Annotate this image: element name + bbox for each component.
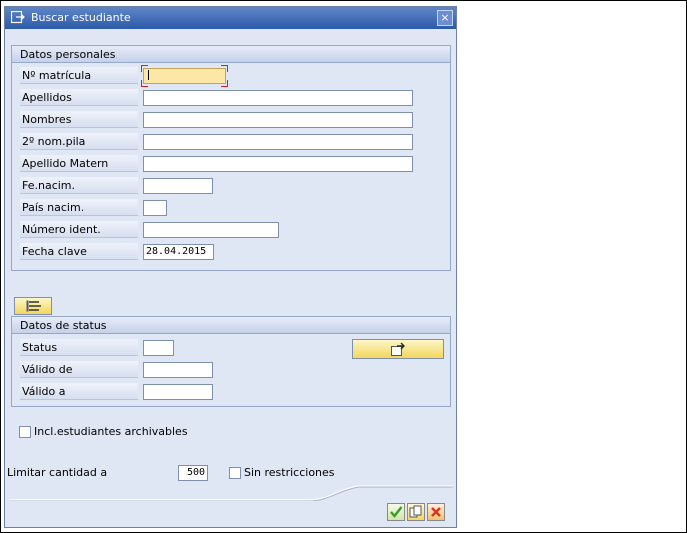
maternal-surname-label: Apellido Matern <box>20 155 138 172</box>
student-number-label: Nº matrícula <box>20 67 138 84</box>
key-date-label: Fecha clave <box>20 243 138 260</box>
birth-country-input[interactable] <box>143 200 167 216</box>
last-name-label: Apellidos <box>20 89 138 106</box>
personal-data-group: Datos personales Nº matrícula Apellidos … <box>11 45 451 271</box>
collapse-panel-icon <box>26 300 42 315</box>
birth-date-input[interactable] <box>143 178 213 194</box>
maternal-surname-input[interactable] <box>143 156 413 172</box>
archivable-checkbox[interactable] <box>19 426 31 438</box>
id-number-input[interactable] <box>143 222 279 238</box>
dialog-icon <box>10 10 25 24</box>
cancel-icon <box>429 505 443 522</box>
footer-divider <box>9 485 453 501</box>
focus-corner-br <box>221 80 228 87</box>
focus-corner-tl <box>141 65 148 72</box>
ok-button[interactable] <box>387 503 405 521</box>
first-name-input[interactable] <box>143 112 413 128</box>
id-number-label: Número ident. <box>20 221 138 238</box>
status-label: Status <box>20 339 138 356</box>
text-caret <box>148 70 149 80</box>
limit-input[interactable]: 500 <box>178 465 208 481</box>
middle-name-label: 2º nom.pila <box>20 133 138 150</box>
first-name-label: Nombres <box>20 111 138 128</box>
status-input[interactable] <box>143 340 174 356</box>
search-student-dialog: Buscar estudiante × Datos personales Nº … <box>4 6 457 528</box>
cancel-button[interactable] <box>427 503 445 521</box>
close-button[interactable]: × <box>437 10 453 26</box>
no-restrictions-checkbox[interactable] <box>229 467 241 479</box>
toggle-panel-button[interactable] <box>14 297 52 315</box>
status-data-title: Datos de status <box>20 319 107 332</box>
no-restrictions-label: Sin restricciones <box>244 466 335 479</box>
status-action-button[interactable] <box>352 339 444 359</box>
student-number-focus <box>141 65 228 87</box>
last-name-input[interactable] <box>143 90 413 106</box>
valid-to-input[interactable] <box>143 384 213 400</box>
status-data-group: Datos de status Status Válido de Válido … <box>11 316 451 407</box>
valid-to-label: Válido a <box>20 383 138 400</box>
limit-label: Limitar cantidad a <box>7 466 108 479</box>
birth-date-label: Fe.nacim. <box>20 177 138 194</box>
valid-from-input[interactable] <box>143 362 213 378</box>
valid-from-label: Válido de <box>20 361 138 378</box>
middle-name-input[interactable] <box>143 134 413 150</box>
status-data-header: Datos de status <box>12 317 450 334</box>
key-date-input[interactable]: 28.04.2015 <box>143 244 214 260</box>
focus-corner-tr <box>221 65 228 72</box>
personal-data-title: Datos personales <box>20 48 116 61</box>
copy-button[interactable] <box>407 503 425 521</box>
checkmark-icon <box>389 505 403 522</box>
title-bar: Buscar estudiante × <box>5 7 456 29</box>
archivable-label: Incl.estudiantes archivables <box>34 425 188 438</box>
copy-icon <box>409 505 423 522</box>
dialog-title: Buscar estudiante <box>31 11 131 24</box>
status-action-icon <box>391 342 407 359</box>
personal-data-header: Datos personales <box>12 46 450 63</box>
focus-corner-bl <box>141 80 148 87</box>
birth-country-label: País nacim. <box>20 199 138 216</box>
